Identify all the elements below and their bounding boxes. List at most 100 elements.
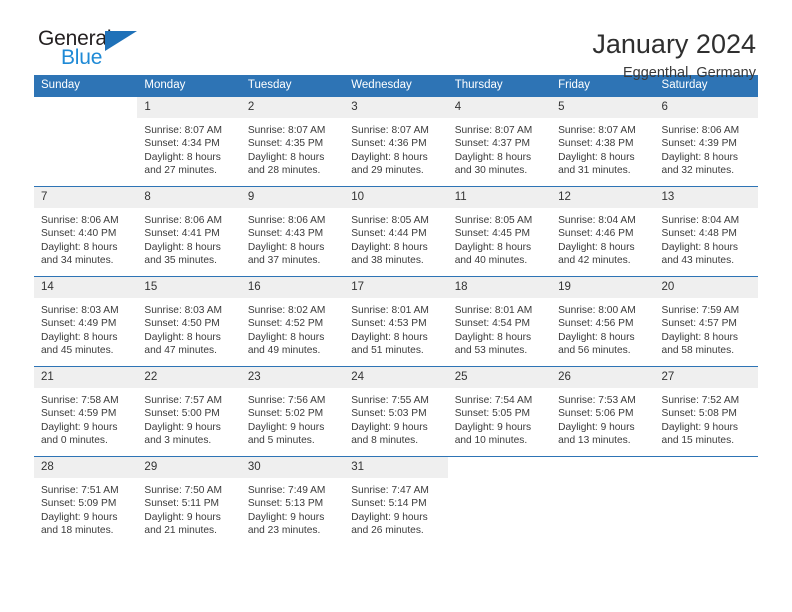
- sunset-text: Sunset: 4:40 PM: [41, 228, 117, 240]
- day-details: Sunrise: 7:57 AM Sunset: 5:00 PM Daylight:…: [137, 388, 240, 448]
- calendar-day-cell[interactable]: 23 Sunrise: 7:56 AM Sunset: 5:02 PM Dayligh…: [240, 366, 345, 457]
- sunrise-text: Sunrise: 7:54 AM: [454, 395, 533, 406]
- daylight-text-line2: and 28 minutes.: [247, 165, 321, 177]
- calendar-day-cell[interactable]: 5 Sunrise: 8:07 AM Sunset: 4:38 PM Daylight…: [551, 97, 655, 187]
- calendar-day-cell[interactable]: 19 Sunrise: 8:00 AM Sunset: 4:56 PM Dayligh…: [551, 276, 655, 367]
- calendar-day-cell[interactable]: 12 Sunrise: 8:04 AM Sunset: 4:46 PM Dayligh…: [551, 186, 655, 277]
- calendar-day-cell[interactable]: 11 Sunrise: 8:05 AM Sunset: 4:45 PM Dayligh…: [447, 186, 552, 277]
- calendar-day-cell[interactable]: 9 Sunrise: 8:06 AM Sunset: 4:43 PM Daylight…: [240, 186, 345, 277]
- sunset-text: Sunset: 5:00 PM: [144, 408, 220, 420]
- weekday-header-tuesday: Tuesday: [240, 75, 345, 97]
- calendar-day-cell[interactable]: 25 Sunrise: 7:54 AM Sunset: 5:05 PM Dayligh…: [447, 366, 552, 457]
- sunset-text: Sunset: 5:06 PM: [558, 408, 634, 420]
- daylight-text-line2: and 40 minutes.: [454, 255, 528, 267]
- calendar-grid: Sunday Monday Tuesday Wednesday Thursday Frid…: [34, 75, 758, 546]
- sunset-text: Sunset: 4:36 PM: [351, 138, 427, 150]
- day-details: Sunrise: 8:07 AM Sunset: 4:36 PM Daylight:…: [344, 118, 447, 178]
- calendar-week-row: 28 Sunrise: 7:51 AM Sunset: 5:09 PM Dayligh…: [34, 456, 758, 546]
- daylight-text-line2: and 38 minutes.: [351, 255, 424, 267]
- calendar-day-cell[interactable]: 20 Sunrise: 7:59 AM Sunset: 4:57 PM Dayligh…: [654, 276, 758, 367]
- sunrise-text: Sunrise: 7:55 AM: [351, 395, 429, 406]
- daylight-text-line1: Daylight: 9 hours: [351, 511, 428, 523]
- sunrise-text: Sunrise: 8:06 AM: [41, 215, 119, 226]
- daylight-text-line2: and 37 minutes.: [247, 255, 321, 267]
- sunset-text: Sunset: 4:56 PM: [558, 318, 634, 330]
- generalblue-logo[interactable]: General Blue: [34, 28, 158, 74]
- daylight-text-line2: and 13 minutes.: [558, 435, 631, 447]
- sunrise-text: Sunrise: 7:52 AM: [661, 395, 740, 406]
- day-number: 12: [551, 187, 655, 208]
- daylight-text-line2: and 3 minutes.: [144, 435, 212, 447]
- sunrise-text: Sunrise: 8:07 AM: [454, 125, 533, 136]
- day-number: 6: [654, 97, 758, 118]
- daylight-text-line2: and 32 minutes.: [661, 165, 735, 177]
- calendar-day-cell[interactable]: 14 Sunrise: 8:03 AM Sunset: 4:49 PM Dayligh…: [34, 276, 138, 367]
- sunrise-text: Sunrise: 8:03 AM: [144, 305, 223, 316]
- sunrise-text: Sunrise: 8:07 AM: [558, 125, 636, 136]
- daylight-text-line1: Daylight: 8 hours: [454, 241, 532, 253]
- day-number: 1: [137, 97, 241, 118]
- calendar-day-cell[interactable]: 15 Sunrise: 8:03 AM Sunset: 4:50 PM Dayligh…: [137, 276, 241, 367]
- daylight-text-line1: Daylight: 8 hours: [144, 151, 221, 163]
- day-details: Sunrise: 7:55 AM Sunset: 5:03 PM Daylight:…: [344, 388, 447, 448]
- calendar-day-cell[interactable]: 27 Sunrise: 7:52 AM Sunset: 5:08 PM Dayligh…: [654, 366, 758, 457]
- daylight-text-line1: Daylight: 9 hours: [144, 511, 221, 523]
- calendar-day-cell[interactable]: 26 Sunrise: 7:53 AM Sunset: 5:06 PM Dayligh…: [551, 366, 655, 457]
- sunrise-text: Sunrise: 8:01 AM: [454, 305, 533, 316]
- daylight-text-line2: and 23 minutes.: [247, 525, 321, 537]
- sunrise-text: Sunrise: 8:01 AM: [351, 305, 429, 316]
- sunset-text: Sunset: 4:48 PM: [661, 228, 737, 240]
- day-details: Sunrise: 7:54 AM Sunset: 5:05 PM Daylight:…: [448, 388, 551, 448]
- calendar-day-cell[interactable]: 7 Sunrise: 8:06 AM Sunset: 4:40 PM Daylight…: [34, 186, 138, 277]
- calendar-day-cell[interactable]: 13 Sunrise: 8:04 AM Sunset: 4:48 PM Dayligh…: [654, 186, 758, 277]
- daylight-text-line2: and 21 minutes.: [144, 525, 217, 537]
- day-details: Sunrise: 8:06 AM Sunset: 4:43 PM Daylight:…: [241, 208, 344, 268]
- daylight-text-line1: Daylight: 8 hours: [454, 331, 532, 343]
- sunrise-text: Sunrise: 7:51 AM: [41, 485, 119, 496]
- calendar-day-cell[interactable]: 24 Sunrise: 7:55 AM Sunset: 5:03 PM Dayligh…: [344, 366, 448, 457]
- calendar-day-cell[interactable]: 6 Sunrise: 8:06 AM Sunset: 4:39 PM Daylight…: [654, 97, 758, 187]
- day-number: [34, 97, 138, 118]
- daylight-text-line1: Daylight: 8 hours: [351, 241, 428, 253]
- sunrise-text: Sunrise: 7:53 AM: [558, 395, 636, 406]
- day-number: 5: [551, 97, 655, 118]
- calendar-day-cell[interactable]: 28 Sunrise: 7:51 AM Sunset: 5:09 PM Dayligh…: [34, 456, 138, 546]
- calendar-day-cell[interactable]: 21 Sunrise: 7:58 AM Sunset: 4:59 PM Dayligh…: [34, 366, 138, 457]
- calendar-day-cell[interactable]: 22 Sunrise: 7:57 AM Sunset: 5:00 PM Dayligh…: [137, 366, 241, 457]
- calendar-week-row: 7 Sunrise: 8:06 AM Sunset: 4:40 PM Daylight…: [34, 186, 758, 277]
- calendar-day-cell[interactable]: 29 Sunrise: 7:50 AM Sunset: 5:11 PM Dayligh…: [137, 456, 241, 546]
- daylight-text-line2: and 47 minutes.: [144, 345, 217, 357]
- daylight-text-line1: Daylight: 8 hours: [558, 241, 635, 253]
- calendar-day-cell[interactable]: 3 Sunrise: 8:07 AM Sunset: 4:36 PM Daylight…: [344, 97, 448, 187]
- calendar-day-cell[interactable]: 30 Sunrise: 7:49 AM Sunset: 5:13 PM Dayligh…: [240, 456, 345, 546]
- calendar-day-cell[interactable]: 31 Sunrise: 7:47 AM Sunset: 5:14 PM Dayligh…: [344, 456, 448, 546]
- day-details: Sunrise: 8:05 AM Sunset: 4:45 PM Daylight:…: [448, 208, 551, 268]
- day-number: 17: [344, 277, 448, 298]
- calendar-day-cell[interactable]: 10 Sunrise: 8:05 AM Sunset: 4:44 PM Dayligh…: [344, 186, 448, 277]
- day-number: 18: [447, 277, 552, 298]
- daylight-text-line2: and 56 minutes.: [558, 345, 631, 357]
- day-number: 15: [137, 277, 241, 298]
- daylight-text-line2: and 43 minutes.: [661, 255, 735, 267]
- daylight-text-line2: and 45 minutes.: [41, 345, 114, 357]
- daylight-text-line2: and 51 minutes.: [351, 345, 424, 357]
- calendar-day-cell[interactable]: 4 Sunrise: 8:07 AM Sunset: 4:37 PM Daylight…: [447, 97, 552, 187]
- day-details: Sunrise: 8:06 AM Sunset: 4:41 PM Daylight:…: [137, 208, 240, 268]
- calendar-day-cell[interactable]: 1 Sunrise: 8:07 AM Sunset: 4:34 PM Daylight…: [137, 97, 241, 187]
- sunset-text: Sunset: 4:44 PM: [351, 228, 427, 240]
- calendar-day-cell[interactable]: 2 Sunrise: 8:07 AM Sunset: 4:35 PM Daylight…: [240, 97, 345, 187]
- sunset-text: Sunset: 4:52 PM: [247, 318, 324, 330]
- sunset-text: Sunset: 4:38 PM: [558, 138, 634, 150]
- daylight-text-line1: Daylight: 9 hours: [558, 421, 635, 433]
- daylight-text-line2: and 15 minutes.: [661, 435, 735, 447]
- day-number: [447, 457, 552, 478]
- calendar-day-cell[interactable]: 18 Sunrise: 8:01 AM Sunset: 4:54 PM Dayligh…: [447, 276, 552, 367]
- calendar-day-cell[interactable]: 8 Sunrise: 8:06 AM Sunset: 4:41 PM Daylight…: [137, 186, 241, 277]
- weekday-header-monday: Monday: [137, 75, 241, 97]
- sunset-text: Sunset: 4:57 PM: [661, 318, 737, 330]
- calendar-day-cell[interactable]: 17 Sunrise: 8:01 AM Sunset: 4:53 PM Dayligh…: [344, 276, 448, 367]
- sunrise-text: Sunrise: 8:00 AM: [558, 305, 636, 316]
- calendar-day-cell[interactable]: 16 Sunrise: 8:02 AM Sunset: 4:52 PM Dayligh…: [240, 276, 345, 367]
- title-block: January 2024 Eggenthal, Germany: [592, 28, 758, 83]
- day-number: 19: [551, 277, 655, 298]
